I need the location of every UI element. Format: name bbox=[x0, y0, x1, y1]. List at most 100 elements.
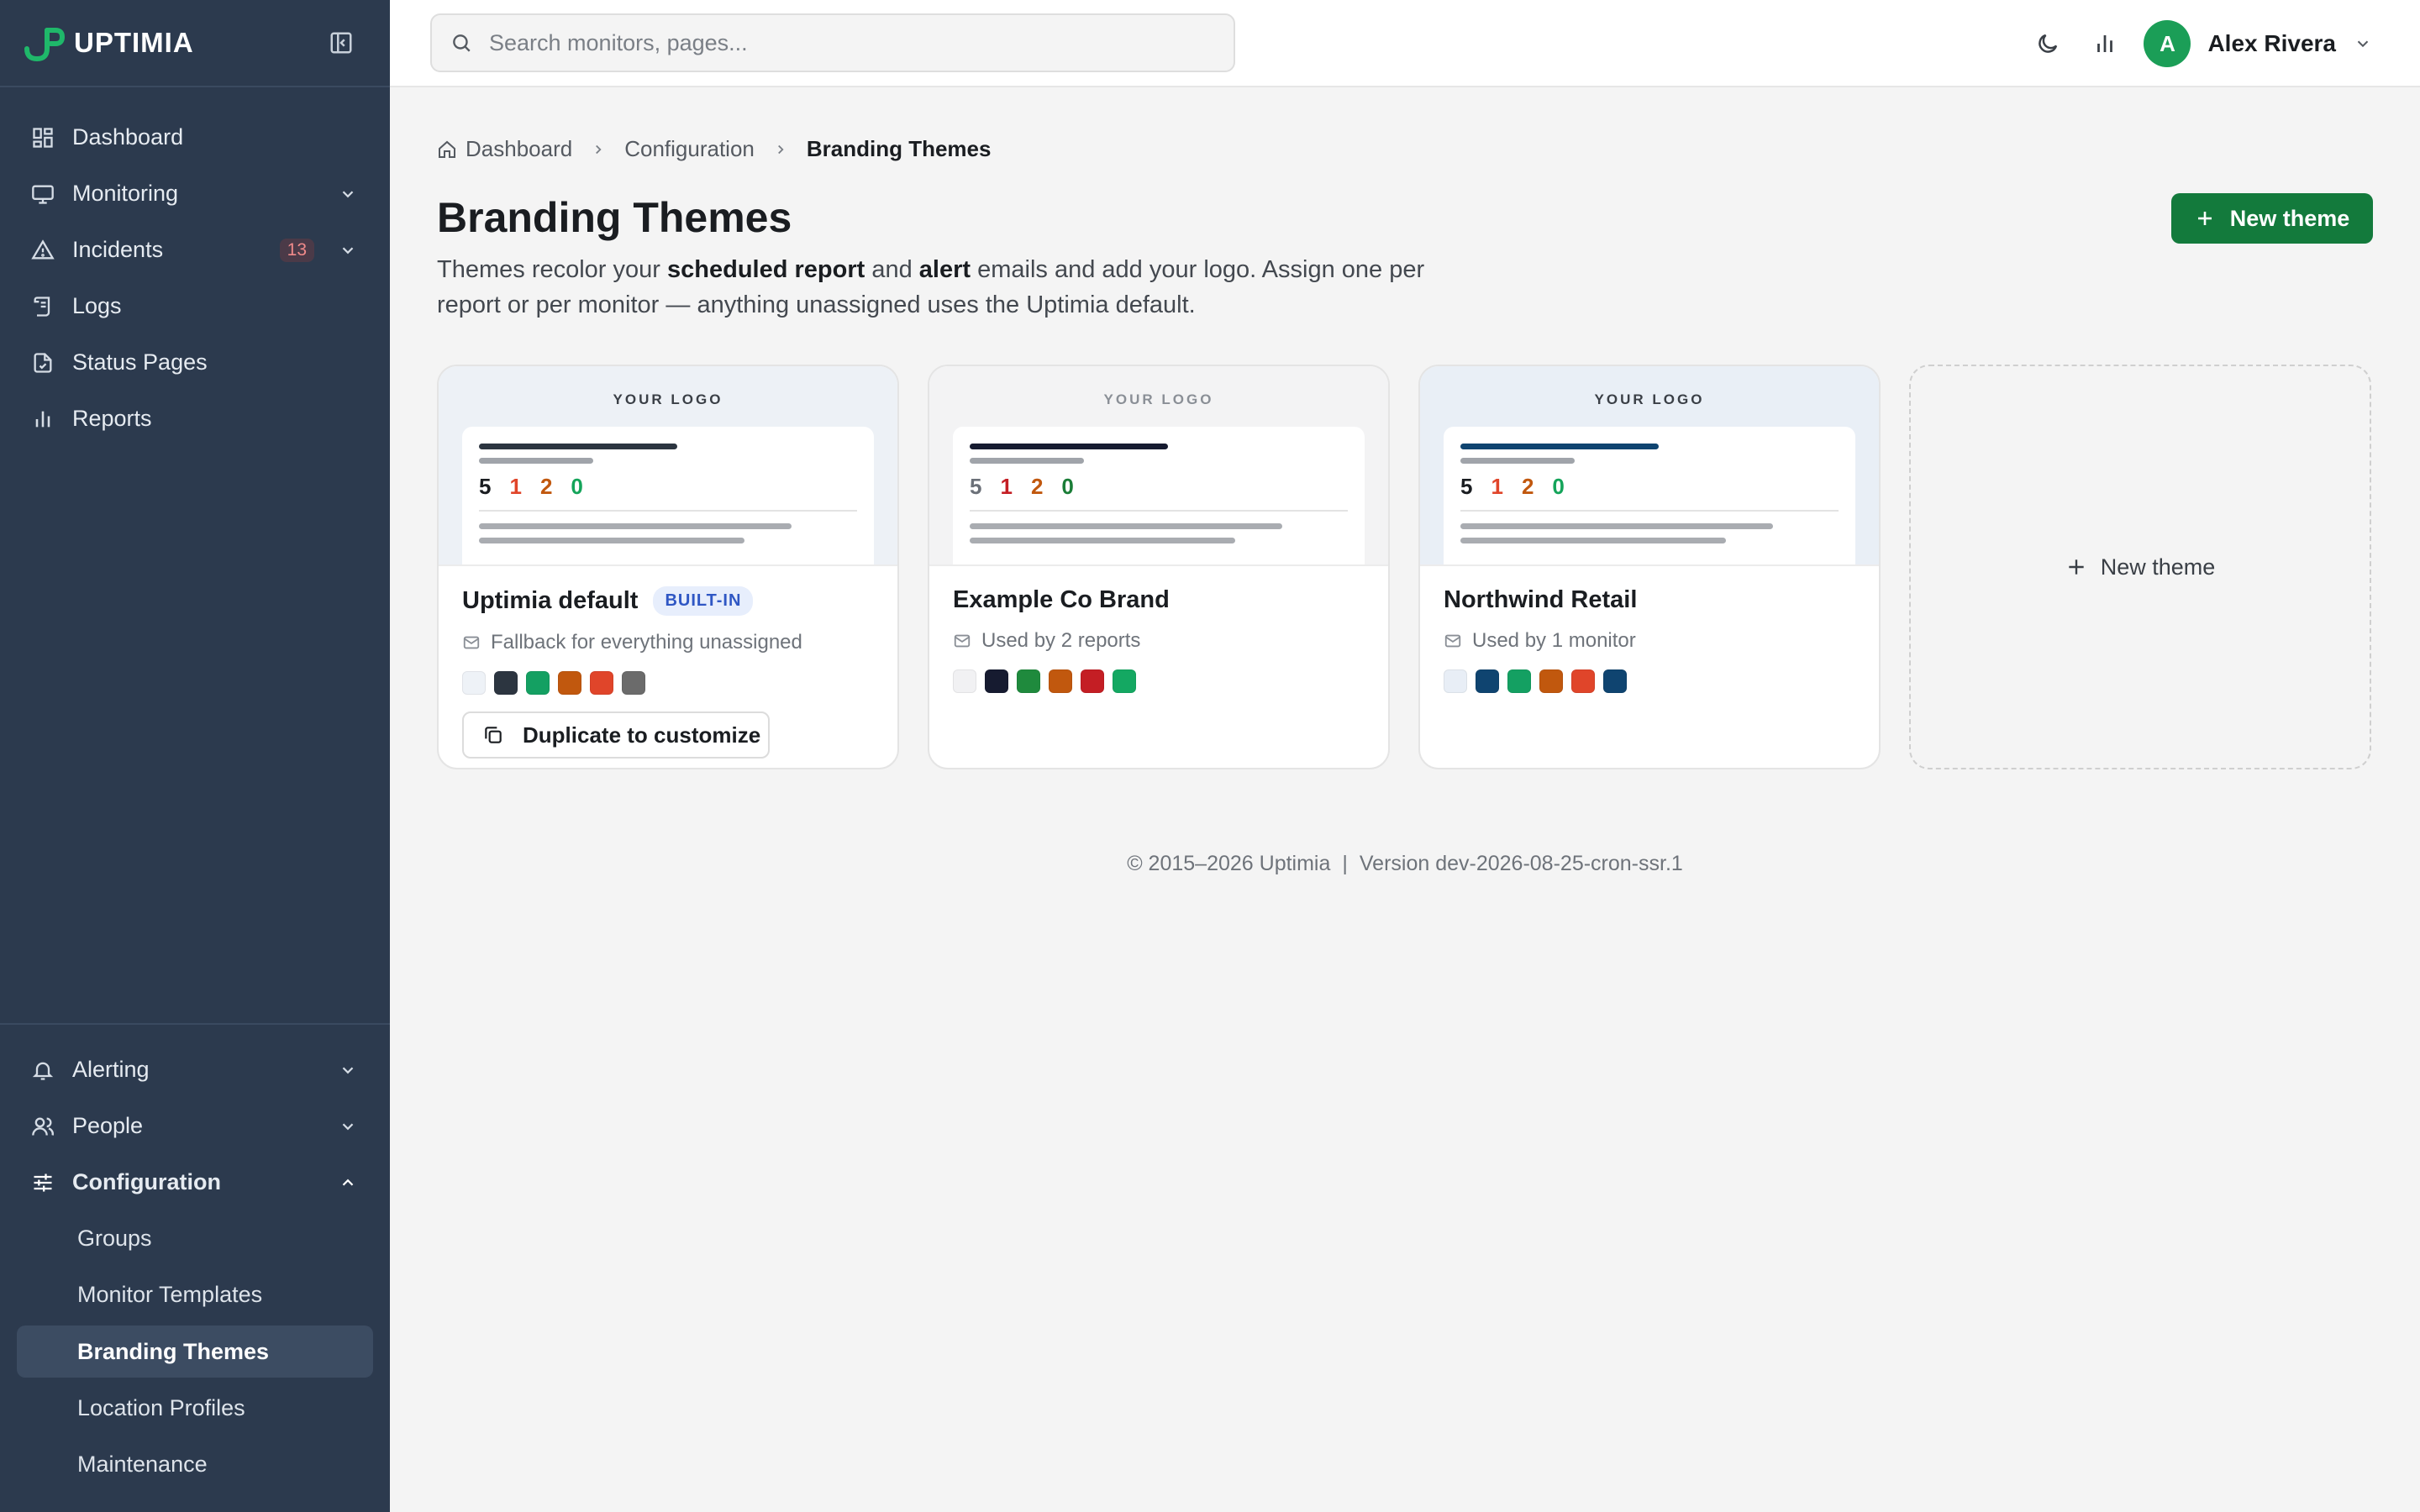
theme-title-row: Uptimia default BUILT-IN bbox=[462, 586, 874, 616]
color-swatch bbox=[622, 671, 645, 695]
app-name: UPTIMIA bbox=[74, 27, 194, 58]
plus-icon bbox=[2069, 559, 2084, 575]
users-icon bbox=[30, 1114, 55, 1139]
color-swatch bbox=[558, 671, 581, 695]
sidebar-subitem-monitor-templates[interactable]: Monitor Templates bbox=[0, 1267, 390, 1323]
monitor-icon bbox=[30, 181, 55, 207]
desc-text: Themes recolor your bbox=[437, 256, 667, 283]
preview-divider bbox=[479, 510, 857, 512]
preview-accent-bar bbox=[1460, 444, 1659, 449]
preview-count: 5 bbox=[970, 474, 982, 499]
color-swatch bbox=[590, 671, 613, 695]
sidebar-subitem-location-profiles[interactable]: Location Profiles bbox=[0, 1380, 390, 1436]
theme-toggle-button[interactable] bbox=[2031, 27, 2065, 60]
app-logo[interactable]: UPTIMIA bbox=[22, 24, 194, 62]
preview-accent-bar bbox=[479, 444, 677, 449]
sidebar-item-logs[interactable]: Logs bbox=[0, 278, 390, 334]
scroll-icon bbox=[30, 294, 55, 319]
sidebar: UPTIMIA Dashboard Monitoring Incidents 1… bbox=[0, 0, 390, 1512]
theme-card-body: Example Co Brand Used by 2 reports bbox=[929, 564, 1388, 693]
moon-icon bbox=[2039, 34, 2058, 53]
sidebar-collapse-button[interactable] bbox=[326, 28, 356, 58]
sidebar-item-label: People bbox=[72, 1113, 144, 1138]
theme-usage: Used by 1 monitor bbox=[1444, 629, 1855, 653]
avatar[interactable]: A bbox=[2144, 20, 2191, 67]
theme-usage-text: Used by 1 monitor bbox=[1472, 629, 1636, 652]
mail-icon bbox=[954, 634, 971, 648]
email-preview: 5 1 2 0 bbox=[462, 427, 874, 564]
theme-usage: Fallback for everything unassigned bbox=[462, 631, 874, 654]
sidebar-subitem-groups[interactable]: Groups bbox=[0, 1210, 390, 1267]
search-placeholder: Search monitors, pages... bbox=[489, 29, 748, 55]
sidebar-subitem-maintenance[interactable]: Maintenance bbox=[0, 1436, 390, 1493]
chevron-down-icon bbox=[338, 184, 358, 204]
theme-card[interactable]: YOUR LOGO 5 1 2 0 Northwind Retail Used … bbox=[1418, 365, 1881, 769]
incidents-count-badge: 13 bbox=[279, 238, 314, 262]
sidebar-item-monitoring[interactable]: Monitoring bbox=[0, 165, 390, 222]
sidebar-item-label: Reports bbox=[72, 406, 152, 431]
theme-name: Northwind Retail bbox=[1444, 586, 1638, 613]
preview-count: 2 bbox=[1030, 474, 1044, 499]
preview-counts: 5 1 2 0 bbox=[970, 474, 1348, 500]
themes-grid: YOUR LOGO 5 1 2 0 Uptimia default BUILT-… bbox=[437, 365, 2371, 769]
breadcrumb-dashboard[interactable]: Dashboard bbox=[437, 136, 572, 162]
home-icon bbox=[439, 140, 455, 158]
color-swatch bbox=[953, 669, 976, 693]
theme-card[interactable]: YOUR LOGO 5 1 2 0 Example Co Brand Used … bbox=[928, 365, 1390, 769]
logo-placeholder: YOUR LOGO bbox=[613, 391, 723, 407]
search-icon bbox=[453, 34, 471, 52]
duplicate-to-customize-button[interactable]: Duplicate to customize bbox=[462, 711, 770, 759]
new-theme-card[interactable]: New theme bbox=[1909, 365, 2371, 769]
sidebar-item-configuration[interactable]: Configuration bbox=[0, 1154, 390, 1210]
footer-copyright: © 2015–2026 Uptimia bbox=[1127, 852, 1331, 875]
logo-placeholder: YOUR LOGO bbox=[1594, 391, 1705, 407]
preview-count: 0 bbox=[1061, 474, 1074, 499]
theme-name: Uptimia default bbox=[462, 587, 639, 614]
preview-text-line bbox=[1460, 538, 1726, 543]
bell-icon bbox=[30, 1058, 55, 1083]
theme-preview: YOUR LOGO 5 1 2 0 bbox=[439, 366, 897, 564]
theme-title-row: Example Co Brand bbox=[953, 586, 1365, 614]
stats-button[interactable] bbox=[2088, 27, 2122, 60]
sidebar-item-dashboard[interactable]: Dashboard bbox=[0, 109, 390, 165]
color-swatch bbox=[1113, 669, 1136, 693]
sidebar-item-people[interactable]: People bbox=[0, 1098, 390, 1154]
topbar-actions: A Alex Rivera bbox=[2007, 18, 2373, 69]
theme-preview: YOUR LOGO 5 1 2 0 bbox=[929, 366, 1388, 564]
plus-icon bbox=[2197, 212, 2212, 225]
sidebar-item-incidents[interactable]: Incidents 13 bbox=[0, 222, 390, 278]
theme-card-body: Northwind Retail Used by 1 monitor bbox=[1420, 564, 1879, 693]
color-swatch bbox=[1444, 669, 1467, 693]
new-theme-button[interactable]: New theme bbox=[2171, 193, 2373, 244]
preview-sub-bar bbox=[970, 458, 1084, 464]
sidebar-item-label: Dashboard bbox=[72, 124, 184, 150]
chevron-down-icon bbox=[338, 240, 358, 260]
chevron-down-icon[interactable] bbox=[2353, 34, 2373, 54]
sidebar-subitem-branding-themes[interactable]: Branding Themes bbox=[17, 1326, 373, 1378]
preview-sub-bar bbox=[479, 458, 593, 464]
preview-count: 5 bbox=[479, 474, 492, 499]
theme-card-body: Uptimia default BUILT-IN Fallback for ev… bbox=[439, 564, 897, 759]
user-name[interactable]: Alex Rivera bbox=[2207, 30, 2336, 57]
color-swatch bbox=[1539, 669, 1563, 693]
search-input[interactable]: Search monitors, pages... bbox=[430, 13, 1235, 72]
logo-placeholder: YOUR LOGO bbox=[1103, 391, 1214, 407]
sidebar-item-alerting[interactable]: Alerting bbox=[0, 1042, 390, 1098]
color-swatch bbox=[1049, 669, 1072, 693]
color-swatch bbox=[1571, 669, 1595, 693]
sidebar-item-reports[interactable]: Reports bbox=[0, 391, 390, 447]
preview-count: 2 bbox=[539, 474, 553, 499]
dashboard-icon bbox=[30, 125, 55, 150]
desc-emphasis: scheduled report bbox=[667, 256, 865, 283]
topbar: Search monitors, pages... A Alex Rivera bbox=[390, 0, 2420, 87]
preview-count: 0 bbox=[1552, 474, 1565, 499]
preview-text-line bbox=[479, 523, 792, 529]
breadcrumb-configuration[interactable]: Configuration bbox=[624, 136, 755, 162]
sidebar-item-label: Incidents bbox=[72, 237, 164, 262]
sidebar-item-status-pages[interactable]: Status Pages bbox=[0, 334, 390, 391]
email-preview: 5 1 2 0 bbox=[953, 427, 1365, 564]
theme-card[interactable]: YOUR LOGO 5 1 2 0 Uptimia default BUILT-… bbox=[437, 365, 899, 769]
mail-icon bbox=[463, 636, 480, 649]
duplicate-label: Duplicate to customize bbox=[523, 722, 761, 748]
copy-icon bbox=[485, 727, 502, 743]
